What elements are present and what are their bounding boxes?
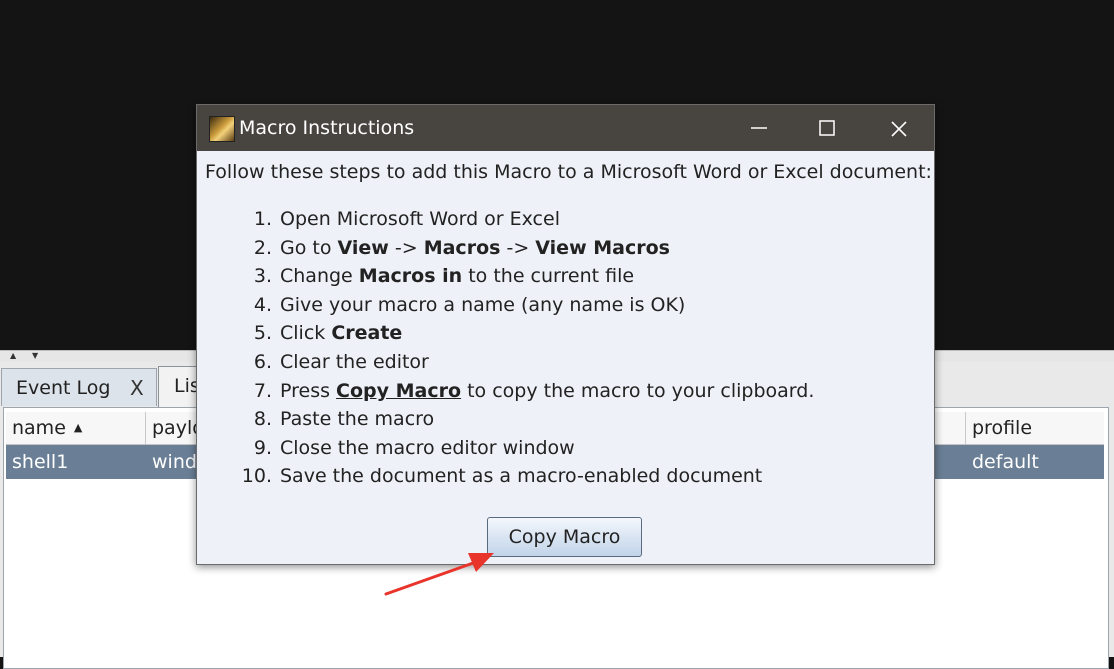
step-fragment: Give your macro a name (any name is OK) bbox=[280, 293, 686, 316]
step-text: Click Create bbox=[280, 319, 402, 348]
instruction-steps: 1. Open Microsoft Word or Excel 2. Go to Vi… bbox=[197, 205, 934, 491]
step-number: 1. bbox=[253, 208, 272, 230]
step-number: 4. bbox=[253, 293, 272, 316]
step-number: 3. bbox=[253, 265, 272, 288]
step-item: 7. Press Copy Macro to copy the macro to … bbox=[197, 377, 934, 406]
close-button[interactable] bbox=[867, 105, 931, 151]
column-header-profile[interactable]: profile bbox=[966, 412, 1104, 444]
step-item: 6. Clear the editor bbox=[197, 348, 934, 377]
step-item: 5. Click Create bbox=[197, 319, 934, 348]
step-item: 4. Give your macro a name (any name is OK… bbox=[197, 291, 934, 320]
step-text: Save the document as a macro-enabled doc… bbox=[280, 462, 762, 491]
step-fragment: Close the macro editor window bbox=[280, 436, 575, 459]
minimize-button[interactable] bbox=[727, 105, 791, 151]
step-fragment: -> bbox=[388, 236, 424, 259]
step-number: 9. bbox=[253, 436, 272, 459]
minimize-icon bbox=[751, 127, 767, 129]
step-fragment: Press bbox=[280, 379, 337, 402]
step-emphasis: Copy Macro bbox=[336, 379, 462, 402]
step-fragment: Go to bbox=[280, 236, 338, 259]
step-fragment: Change bbox=[280, 265, 359, 288]
step-number: 8. bbox=[253, 408, 272, 431]
step-item: 1. Open Microsoft Word or Excel bbox=[197, 205, 934, 234]
step-item: 9. Close the macro editor window bbox=[197, 434, 934, 463]
collapse-up-icon[interactable]: ▲ bbox=[10, 352, 16, 360]
step-number: 5. bbox=[253, 322, 272, 345]
step-number: 2. bbox=[253, 236, 272, 259]
app-logo-icon bbox=[209, 116, 235, 142]
step-emphasis: Macros in bbox=[358, 265, 463, 288]
step-text: Close the macro editor window bbox=[280, 434, 575, 463]
collapse-down-icon[interactable]: ▼ bbox=[32, 352, 38, 360]
step-fragment: to copy the macro to your clipboard. bbox=[461, 379, 815, 402]
step-fragment: Open Microsoft Word or Excel bbox=[280, 208, 560, 230]
step-item: 8. Paste the macro bbox=[197, 405, 934, 434]
cell-name: shell1 bbox=[12, 451, 69, 473]
step-item: 3. Change Macros in to the current file bbox=[197, 262, 934, 291]
maximize-icon bbox=[819, 120, 835, 136]
copy-macro-button[interactable]: Copy Macro bbox=[487, 517, 642, 557]
step-number: 6. bbox=[253, 350, 272, 373]
step-emphasis: Create bbox=[331, 322, 403, 345]
maximize-button[interactable] bbox=[795, 105, 859, 151]
step-fragment: Paste the macro bbox=[280, 408, 435, 431]
step-fragment: Clear the editor bbox=[280, 350, 429, 373]
step-text: Press Copy Macro to copy the macro to yo… bbox=[280, 377, 814, 406]
step-fragment: -> bbox=[500, 236, 536, 259]
step-emphasis: Macros bbox=[423, 236, 501, 259]
macro-instructions-dialog: Macro Instructions Follow these steps to… bbox=[196, 104, 935, 565]
cell-profile: default bbox=[972, 451, 1039, 473]
step-item: 2. Go to View -> Macros -> View Macros bbox=[197, 234, 934, 263]
dialog-titlebar[interactable]: Macro Instructions bbox=[197, 105, 934, 151]
column-header-name[interactable]: name ▲ bbox=[6, 412, 146, 444]
intro-text: Follow these steps to add this Macro to … bbox=[205, 161, 932, 183]
step-fragment: Save the document as a macro-enabled doc… bbox=[280, 465, 763, 488]
sort-ascending-icon: ▲ bbox=[73, 421, 83, 434]
step-emphasis: View bbox=[337, 236, 389, 259]
step-emphasis: View Macros bbox=[535, 236, 670, 259]
step-text: Give your macro a name (any name is OK) bbox=[280, 291, 685, 320]
step-text: Paste the macro bbox=[280, 405, 434, 434]
close-tab-icon[interactable]: X bbox=[130, 369, 144, 407]
tab-event-log[interactable]: Event Log X bbox=[1, 368, 157, 406]
step-text: Open Microsoft Word or Excel bbox=[280, 205, 560, 234]
step-text: Go to View -> Macros -> View Macros bbox=[280, 234, 670, 263]
step-number: 10. bbox=[241, 465, 272, 488]
step-fragment: to the current file bbox=[462, 265, 635, 288]
step-text: Change Macros in to the current file bbox=[280, 262, 634, 291]
step-item: 10. Save the document as a macro-enabled … bbox=[197, 462, 934, 491]
close-icon bbox=[891, 121, 907, 137]
step-fragment: Click bbox=[280, 322, 332, 345]
tab-label: Event Log bbox=[16, 377, 111, 399]
step-text: Clear the editor bbox=[280, 348, 429, 377]
dialog-title: Macro Instructions bbox=[239, 117, 415, 139]
step-number: 7. bbox=[253, 379, 272, 402]
